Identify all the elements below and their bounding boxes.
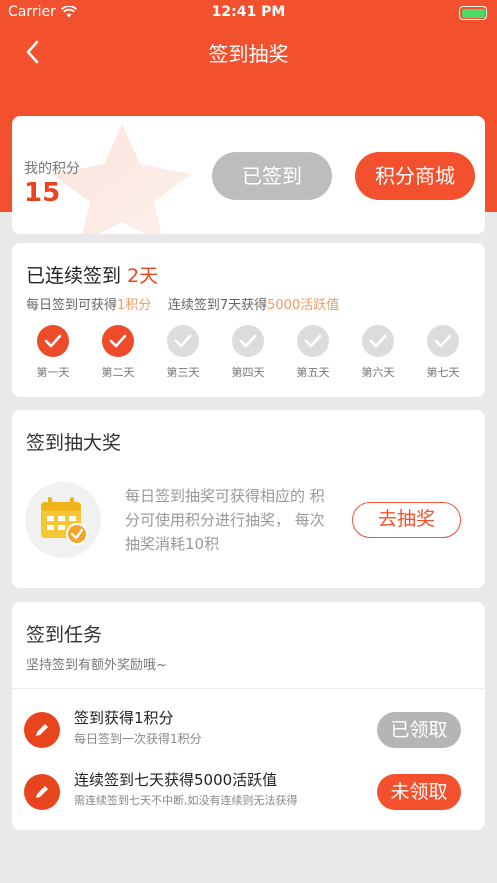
check-icon <box>167 325 199 357</box>
check-icon <box>297 325 329 357</box>
streak-title-text: 已连续签到 <box>26 265 122 287</box>
status-bar: Carrier 12:41 PM <box>0 0 497 26</box>
task-item: 签到获得1积分 每日签到一次获得1积分 已领取 <box>12 703 485 753</box>
page-title: 签到抽奖 <box>208 42 289 66</box>
desc-reward: 5000活跃值 <box>267 298 340 313</box>
day-label: 第三天 <box>166 366 200 379</box>
battery-icon <box>459 6 487 20</box>
check-icon <box>102 325 134 357</box>
points-value: 15 <box>24 178 61 208</box>
desc-points: 1积分 <box>117 298 152 313</box>
unclaimed-button[interactable]: 未领取 <box>377 774 461 810</box>
task-desc: 需连续签到七天不中断,如没有连续则无法获得 <box>74 794 298 807</box>
day-list: 第一天 第二天 第三天 第四天 第五天 第六天 第七天 <box>22 325 482 385</box>
streak-description: 每日签到可获得1积分 连续签到7天获得5000活跃值 <box>26 294 339 313</box>
day-label: 第五天 <box>296 366 330 379</box>
lottery-description: 每日签到抽奖可获得相应的 积分可使用积分进行抽奖， 每次抽奖消耗10积 <box>125 487 325 553</box>
day-label: 第一天 <box>36 366 70 379</box>
tasks-card: 签到任务 坚持签到有额外奖励哦~ 签到获得1积分 每日签到一次获得1积分 已领取… <box>12 602 485 830</box>
day-label: 第四天 <box>231 366 265 379</box>
desc-middle: 连续签到7天获得 <box>167 298 268 313</box>
signed-in-button[interactable]: 已签到 <box>212 152 332 200</box>
calendar-icon <box>25 482 101 558</box>
nav-bar: 签到抽奖 <box>0 26 497 78</box>
points-label: 我的积分 <box>24 161 80 177</box>
task-name: 连续签到七天获得5000活跃值 <box>74 771 278 789</box>
task-item: 连续签到七天获得5000活跃值 需连续签到七天不中断,如没有连续则无法获得 未领… <box>12 765 485 815</box>
tasks-title: 签到任务 <box>26 624 103 646</box>
streak-days: 2天 <box>127 265 159 287</box>
day-item: 第六天 <box>351 325 405 380</box>
check-icon <box>232 325 264 357</box>
day-item: 第一天 <box>26 325 80 380</box>
day-label: 第七天 <box>426 366 460 379</box>
task-name: 签到获得1积分 <box>74 709 174 727</box>
day-item: 第四天 <box>221 325 275 380</box>
day-item: 第二天 <box>91 325 145 380</box>
streak-title: 已连续签到 2天 <box>26 261 158 288</box>
day-label: 第二天 <box>101 366 135 379</box>
check-icon <box>37 325 69 357</box>
points-mall-button[interactable]: 积分商城 <box>355 152 475 200</box>
streak-card: 已连续签到 2天 每日签到可获得1积分 连续签到7天获得5000活跃值 第一天 … <box>12 243 485 397</box>
check-icon <box>427 325 459 357</box>
day-item: 第七天 <box>416 325 470 380</box>
lottery-title: 签到抽大奖 <box>26 432 122 454</box>
task-desc: 每日签到一次获得1积分 <box>74 732 202 746</box>
tasks-subtitle: 坚持签到有额外奖励哦~ <box>26 658 167 673</box>
day-label: 第六天 <box>361 366 395 379</box>
go-draw-button[interactable]: 去抽奖 <box>352 502 461 538</box>
day-item: 第三天 <box>156 325 210 380</box>
desc-prefix: 每日签到可获得 <box>26 298 118 313</box>
lottery-card: 签到抽大奖 每日签到抽奖可获得相应的 积分可使用积分进行抽奖， 每次抽奖消耗10… <box>12 410 485 588</box>
claimed-button[interactable]: 已领取 <box>377 712 461 748</box>
pencil-icon <box>24 774 60 810</box>
check-icon <box>362 325 394 357</box>
points-card: 我的积分 15 已签到 积分商城 <box>12 116 485 234</box>
status-time: 12:41 PM <box>211 4 286 20</box>
divider <box>12 688 485 689</box>
pencil-icon <box>24 712 60 748</box>
day-item: 第五天 <box>286 325 340 380</box>
